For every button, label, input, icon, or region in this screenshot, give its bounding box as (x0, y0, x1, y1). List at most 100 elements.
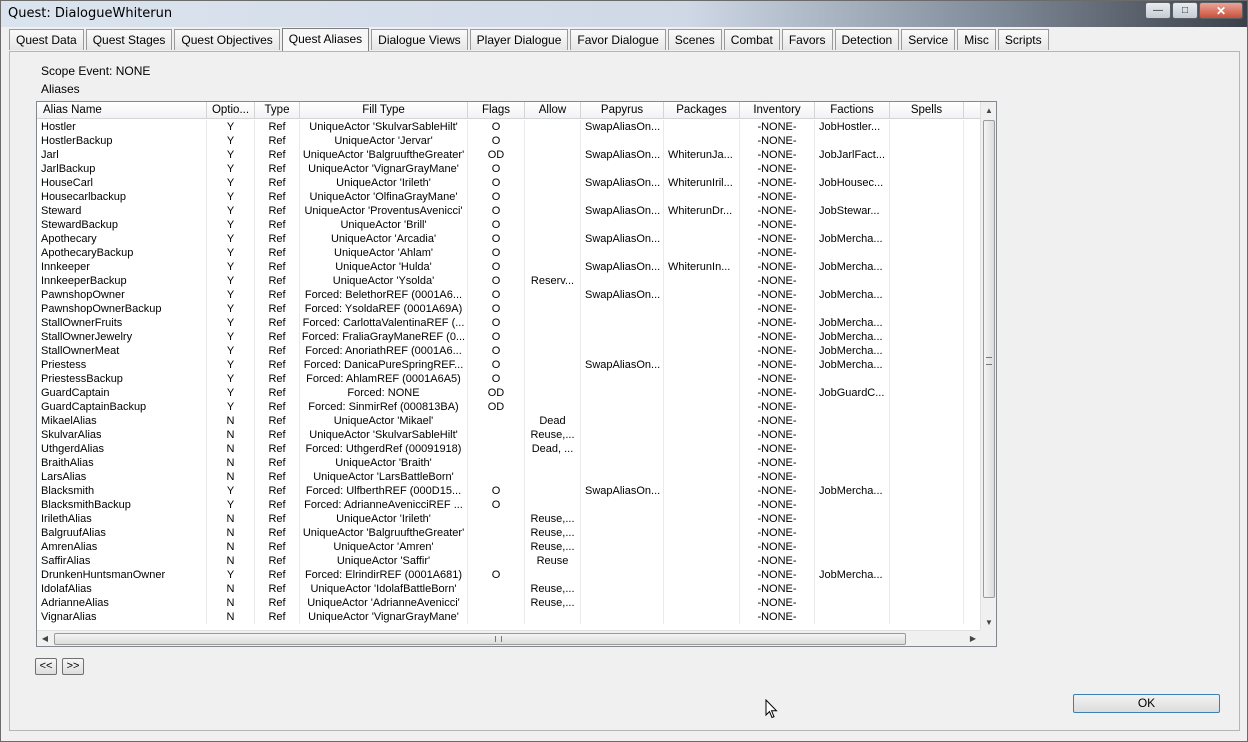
table-row[interactable]: Apothecary Y Ref UniqueActor 'Arcadia' O Swap… (37, 232, 981, 246)
table-row[interactable]: HouseCarl Y Ref UniqueActor 'Irileth' O SwapA… (37, 176, 981, 190)
column-header-spells[interactable]: Spells (890, 102, 964, 119)
cell-packages (664, 232, 740, 246)
tab-favors[interactable]: Favors (781, 29, 833, 50)
column-header-optional[interactable]: Optio... (207, 102, 255, 119)
next-button[interactable]: >> (62, 658, 84, 675)
table-row[interactable]: InnkeeperBackup Y Ref UniqueActor 'Ysolda' O… (37, 274, 981, 288)
table-row[interactable]: AdrianneAlias N Ref UniqueActor 'AdrianneAv… (37, 596, 981, 610)
column-header-inventory[interactable]: Inventory (740, 102, 815, 119)
cell-packages (664, 386, 740, 400)
column-header-filler (964, 102, 981, 119)
table-row[interactable]: PriestessBackup Y Ref Forced: AhlamREF (000… (37, 372, 981, 386)
horizontal-scrollbar[interactable]: ◀ ▶ (37, 630, 981, 646)
table-row[interactable]: LarsAlias N Ref UniqueActor 'LarsBattleBorn… (37, 470, 981, 484)
column-header-row: Alias Name Optio... Type Fill Type Flags Allo… (37, 102, 981, 119)
column-header-papyrus[interactable]: Papyrus (581, 102, 664, 119)
tab-combat[interactable]: Combat (723, 29, 780, 50)
cell-factions (815, 554, 890, 568)
table-row[interactable]: Priestess Y Ref Forced: DanicaPureSpringREF… (37, 358, 981, 372)
column-header-packages[interactable]: Packages (664, 102, 740, 119)
table-row[interactable]: SkulvarAlias N Ref UniqueActor 'SkulvarSabl… (37, 428, 981, 442)
tab-quest-aliases[interactable]: Quest Aliases (281, 28, 370, 51)
table-row[interactable]: UthgerdAlias N Ref Forced: UthgerdRef (0009… (37, 442, 981, 456)
table-row[interactable]: Hostler Y Ref UniqueActor 'SkulvarSableHilt… (37, 120, 981, 134)
aliases-list[interactable]: Alias Name Optio... Type Fill Type Flags Allo… (36, 101, 997, 647)
horizontal-scroll-thumb[interactable] (54, 633, 906, 645)
column-header-allow[interactable]: Allow (525, 102, 581, 119)
cell-alias-name: IrilethAlias (37, 512, 207, 526)
cell-spells (890, 470, 964, 484)
tab-scripts[interactable]: Scripts (997, 29, 1049, 50)
table-row[interactable]: StallOwnerJewelry Y Ref Forced: FraliaGrayM… (37, 330, 981, 344)
cell-spells (890, 134, 964, 148)
tab-misc[interactable]: Misc (957, 29, 996, 50)
cell-spells (890, 176, 964, 190)
table-row[interactable]: AmrenAlias N Ref UniqueActor 'Amren' Reuse,.… (37, 540, 981, 554)
tab-dialogue-views[interactable]: Dialogue Views (371, 29, 468, 50)
tab-quest-data[interactable]: Quest Data (9, 29, 84, 50)
tab-service[interactable]: Service (901, 29, 956, 50)
table-row[interactable]: VignarAlias N Ref UniqueActor 'VignarGrayMa… (37, 610, 981, 624)
minimize-button[interactable]: — (1145, 2, 1171, 19)
column-header-flags[interactable]: Flags (468, 102, 525, 119)
column-header-fill-type[interactable]: Fill Type (300, 102, 468, 119)
table-row[interactable]: Blacksmith Y Ref Forced: UlfberthREF (000D1… (37, 484, 981, 498)
cell-fill-type: Forced: SinmirRef (000813BA) (300, 400, 468, 414)
table-row[interactable]: StallOwnerFruits Y Ref Forced: CarlottaVale… (37, 316, 981, 330)
cell-factions (815, 610, 890, 624)
cell-type: Ref (255, 484, 300, 498)
cell-packages (664, 190, 740, 204)
table-row[interactable]: SaffirAlias N Ref UniqueActor 'Saffir' Reuse… (37, 554, 981, 568)
column-header-factions[interactable]: Factions (815, 102, 890, 119)
scroll-left-icon[interactable]: ◀ (37, 631, 53, 646)
table-row[interactable]: Jarl Y Ref UniqueActor 'BalgruuftheGreater'… (37, 148, 981, 162)
close-button[interactable]: ✕ (1199, 2, 1243, 19)
cell-packages (664, 316, 740, 330)
vertical-scrollbar[interactable]: ▲ ▼ (980, 102, 996, 631)
cell-allow (525, 204, 581, 218)
scroll-right-icon[interactable]: ▶ (965, 631, 981, 646)
table-row[interactable]: MikaelAlias N Ref UniqueActor 'Mikael' Dead -… (37, 414, 981, 428)
table-row[interactable]: BlacksmithBackup Y Ref Forced: AdrianneAven… (37, 498, 981, 512)
table-row[interactable]: JarlBackup Y Ref UniqueActor 'VignarGrayMan… (37, 162, 981, 176)
cell-fill-type: UniqueActor 'VignarGrayMane' (300, 162, 468, 176)
cell-papyrus (581, 344, 664, 358)
table-row[interactable]: Housecarlbackup Y Ref UniqueActor 'OlfinaGr… (37, 190, 981, 204)
table-row[interactable]: ApothecaryBackup Y Ref UniqueActor 'Ahlam' O… (37, 246, 981, 260)
tab-scenes[interactable]: Scenes (667, 29, 722, 50)
prev-button[interactable]: << (35, 658, 57, 675)
table-row[interactable]: GuardCaptain Y Ref Forced: NONE OD -NONE- JobG… (37, 386, 981, 400)
table-row[interactable]: GuardCaptainBackup Y Ref Forced: SinmirRef … (37, 400, 981, 414)
cell-fill-type: UniqueActor 'SkulvarSableHilt' (300, 428, 468, 442)
table-row[interactable]: DrunkenHuntsmanOwner Y Ref Forced: Elrindir… (37, 568, 981, 582)
cell-optional: Y (207, 176, 255, 190)
scroll-up-icon[interactable]: ▲ (981, 102, 996, 119)
column-header-type[interactable]: Type (255, 102, 300, 119)
tab-player-dialogue[interactable]: Player Dialogue (469, 29, 569, 50)
table-row[interactable]: PawnshopOwner Y Ref Forced: BelethorREF (00… (37, 288, 981, 302)
tab-quest-objectives[interactable]: Quest Objectives (174, 29, 280, 50)
table-row[interactable]: StewardBackup Y Ref UniqueActor 'Brill' O -NO… (37, 218, 981, 232)
maximize-button[interactable]: □ (1172, 2, 1198, 19)
tab-detection[interactable]: Detection (834, 29, 900, 50)
grip-icon (986, 357, 992, 365)
tab-quest-stages[interactable]: Quest Stages (85, 29, 173, 50)
column-header-alias-name[interactable]: Alias Name (37, 102, 207, 119)
cell-factions: JobMercha... (815, 568, 890, 582)
ok-button[interactable]: OK (1073, 694, 1220, 713)
cell-factions: JobMercha... (815, 232, 890, 246)
vertical-scroll-thumb[interactable] (983, 120, 995, 598)
cell-allow (525, 610, 581, 624)
table-row[interactable]: Innkeeper Y Ref UniqueActor 'Hulda' O SwapAli… (37, 260, 981, 274)
table-row[interactable]: PawnshopOwnerBackup Y Ref Forced: YsoldaREF… (37, 302, 981, 316)
tab-favor-dialogue[interactable]: Favor Dialogue (570, 29, 666, 50)
table-row[interactable]: StallOwnerMeat Y Ref Forced: AnoriathREF (0… (37, 344, 981, 358)
table-row[interactable]: IdolafAlias N Ref UniqueActor 'IdolafBattle… (37, 582, 981, 596)
table-row[interactable]: BraithAlias N Ref UniqueActor 'Braith' -NONE… (37, 456, 981, 470)
table-row[interactable]: IrilethAlias N Ref UniqueActor 'Irileth' Reu… (37, 512, 981, 526)
table-row[interactable]: Steward Y Ref UniqueActor 'ProventusAvenicc… (37, 204, 981, 218)
scroll-down-icon[interactable]: ▼ (981, 614, 996, 631)
cell-fill-type: UniqueActor 'SkulvarSableHilt' (300, 120, 468, 134)
table-row[interactable]: HostlerBackup Y Ref UniqueActor 'Jervar' O -N… (37, 134, 981, 148)
table-row[interactable]: BalgruufAlias N Ref UniqueActor 'Balgruufth… (37, 526, 981, 540)
